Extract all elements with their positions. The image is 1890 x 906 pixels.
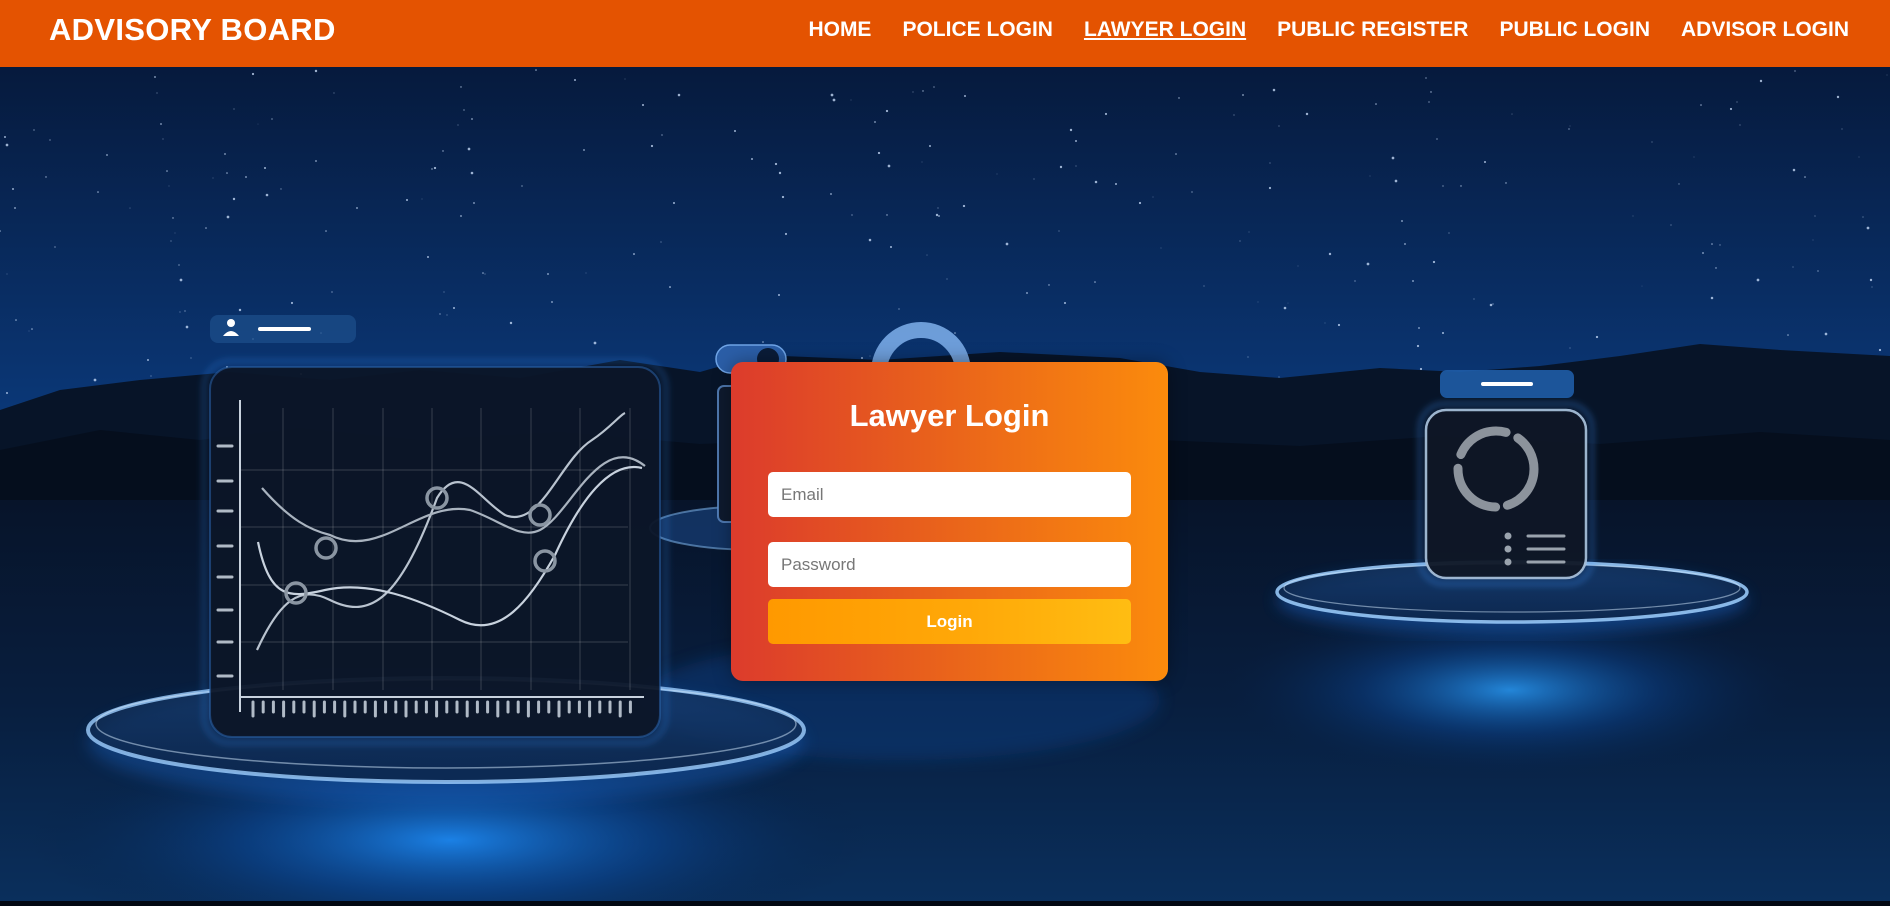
login-card: Lawyer Login Login: [731, 362, 1168, 681]
nav-links: HOME POLICE LOGIN LAWYER LOGIN PUBLIC RE…: [808, 18, 1849, 42]
nav-public-register-link[interactable]: PUBLIC REGISTER: [1277, 18, 1468, 42]
login-button[interactable]: Login: [768, 599, 1131, 644]
top-navbar: ADVISORY BOARD HOME POLICE LOGIN LAWYER …: [0, 0, 1890, 67]
brand-title[interactable]: ADVISORY BOARD: [49, 12, 336, 48]
nav-advisor-login-link[interactable]: ADVISOR LOGIN: [1681, 18, 1849, 42]
nav-lawyer-login-link[interactable]: LAWYER LOGIN: [1084, 18, 1246, 42]
password-field[interactable]: [768, 542, 1131, 587]
nav-home-link[interactable]: HOME: [808, 18, 871, 42]
email-field[interactable]: [768, 472, 1131, 517]
nav-public-login-link[interactable]: PUBLIC LOGIN: [1499, 18, 1650, 42]
login-title: Lawyer Login: [849, 398, 1050, 433]
nav-police-login-link[interactable]: POLICE LOGIN: [902, 18, 1053, 42]
